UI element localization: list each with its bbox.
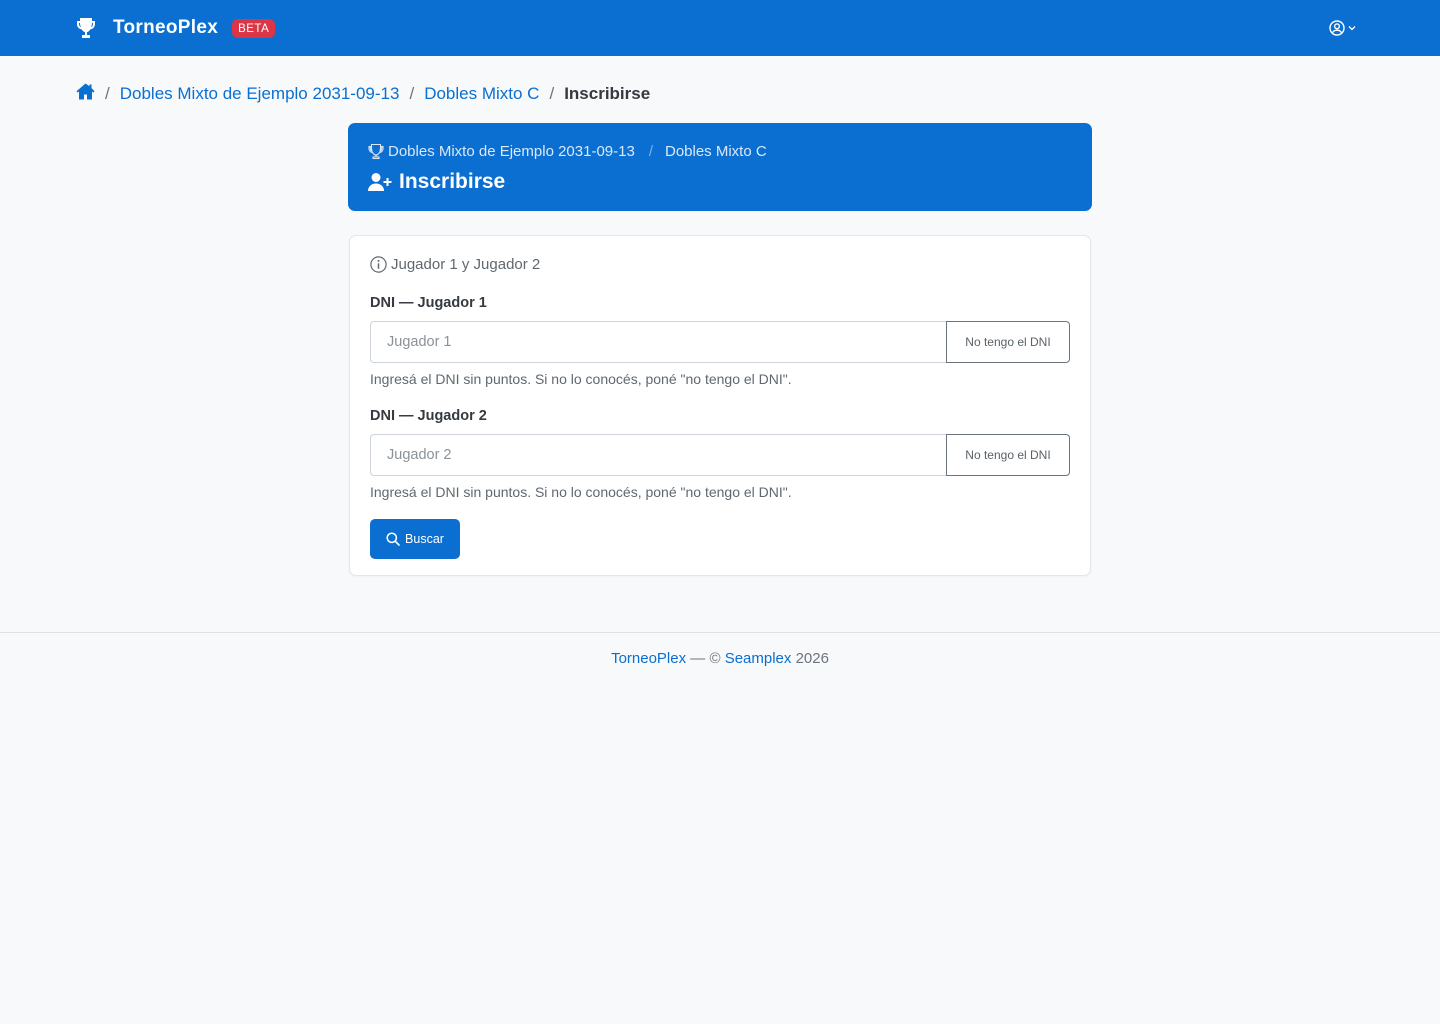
dni-player2-input[interactable] — [370, 434, 946, 476]
header-category-name: Dobles Mixto C — [664, 142, 767, 160]
registration-form-card: Jugador 1 y Jugador 2 DNI — Jugador 1 No… — [349, 235, 1091, 576]
info-circle-icon — [370, 255, 387, 273]
trophy-outline-icon — [368, 143, 384, 159]
header-separator: / — [648, 142, 653, 160]
page-title: Inscribirse — [368, 168, 505, 196]
trophy-icon — [77, 18, 95, 38]
user-menu-toggle[interactable] — [1329, 18, 1356, 38]
breadcrumb-category[interactable]: Dobles Mixto C — [424, 84, 539, 104]
form-info: Jugador 1 y Jugador 2 — [370, 254, 540, 274]
breadcrumb-separator: / — [409, 84, 415, 103]
footer-year: 2026 — [795, 650, 829, 667]
dni-player1-help: Ingresá el DNI sin puntos. Si no lo cono… — [370, 371, 792, 387]
dni-player2-label: DNI — Jugador 2 — [370, 408, 487, 424]
search-icon — [386, 532, 400, 546]
breadcrumb-tournament[interactable]: Dobles Mixto de Ejemplo 2031-09-13 — [120, 84, 400, 104]
brand-link[interactable]: TorneoPlex BETA — [76, 14, 276, 42]
breadcrumb-current: Inscribirse — [564, 84, 651, 103]
footer-copyright: — © — [690, 650, 721, 667]
dni-player1-label: DNI — Jugador 1 — [370, 295, 487, 311]
user-circle-icon — [1329, 20, 1345, 36]
breadcrumb-home[interactable] — [76, 83, 95, 105]
user-plus-icon — [368, 173, 392, 191]
dni-player1-input[interactable] — [370, 321, 946, 363]
brand-name: TorneoPlex — [113, 17, 219, 38]
page-footer: TorneoPlex — © Seamplex 2026 — [0, 650, 1440, 672]
search-button-label: Buscar — [405, 532, 444, 546]
breadcrumb-separator: / — [105, 84, 110, 103]
header-tournament-name: Dobles Mixto de Ejemplo 2031-09-13 — [388, 142, 635, 160]
search-button[interactable]: Buscar — [370, 519, 460, 559]
dni-player1-group: No tengo el DNI — [370, 321, 1070, 363]
footer-divider — [0, 632, 1440, 633]
form-info-text: Jugador 1 y Jugador 2 — [391, 255, 541, 273]
page-header-card: Dobles Mixto de Ejemplo 2031-09-13 / Dob… — [348, 123, 1092, 211]
page-title-text: Inscribirse — [399, 170, 506, 193]
no-dni-player1-button[interactable]: No tengo el DNI — [946, 321, 1070, 363]
top-navbar: TorneoPlex BETA — [0, 0, 1440, 56]
beta-badge: BETA — [232, 18, 276, 38]
breadcrumb: / Dobles Mixto de Ejemplo 2031-09-13 / D… — [76, 82, 650, 106]
dni-player2-help: Ingresá el DNI sin puntos. Si no lo cono… — [370, 484, 792, 500]
home-icon — [76, 83, 95, 100]
chevron-down-icon — [1348, 26, 1356, 31]
header-subtitle: Dobles Mixto de Ejemplo 2031-09-13 / Dob… — [368, 141, 767, 161]
footer-company-link[interactable]: Seamplex — [725, 650, 792, 667]
breadcrumb-separator: / — [549, 84, 555, 103]
dni-player2-group: No tengo el DNI — [370, 434, 1070, 476]
no-dni-player2-button[interactable]: No tengo el DNI — [946, 434, 1070, 476]
footer-brand-link[interactable]: TorneoPlex — [611, 650, 686, 667]
